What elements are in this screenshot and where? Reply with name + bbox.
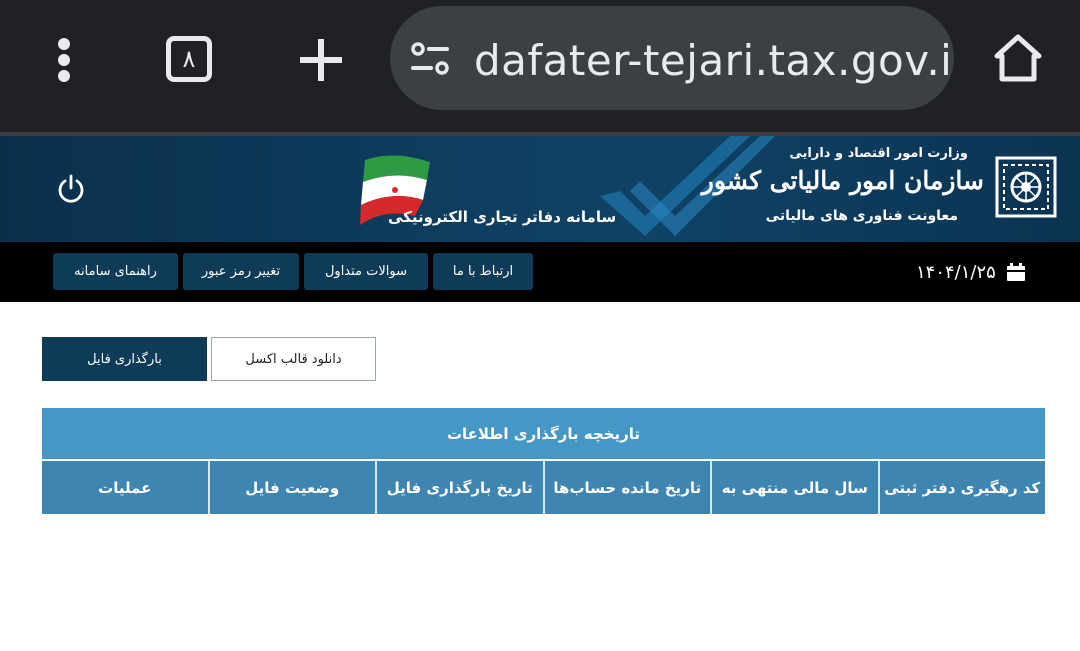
logout-power-icon[interactable] [56,174,86,204]
deputy-name: معاونت فناوری های مالیاتی [765,208,958,224]
table-header-row: کد رهگیری دفتر ثبتی سال مالی منتهی به تا… [42,459,1045,514]
org-name: سازمان امور مالیاتی کشور [701,166,984,195]
column-header-balance-date: تاریخ مانده حساب‌ها [542,461,710,514]
upload-file-button[interactable]: بارگذاری فایل [42,337,207,381]
tax-org-logo-icon [993,154,1059,220]
download-excel-template-button[interactable]: دانلود قالب اکسل [211,337,376,381]
site-banner: سامانه دفاتر تجاری الکترونیکی وزارت امور… [0,136,1080,242]
home-icon[interactable] [992,32,1044,84]
nav-bar: ارتباط با ما سوالات متداول تغییر رمز عبو… [0,242,1080,302]
table-title: تاریخچه بارگذاری اطلاعات [42,408,1045,459]
browser-toolbar: ٨ dafater-tejari.tax.gov.ir/t [0,0,1080,132]
system-name: سامانه دفاتر تجاری الکترونیکی [388,208,617,226]
column-header-fiscal-year: سال مالی منتهی به [710,461,878,514]
site-settings-icon[interactable] [410,42,450,76]
calendar-icon [1006,262,1026,282]
nav-faq[interactable]: سوالات متداول [304,253,428,290]
ministry-name: وزارت امور اقتصاد و دارایی [789,146,968,161]
column-header-tracking-code: کد رهگیری دفتر ثبتی [877,461,1045,514]
column-header-operations: عملیات [42,461,208,514]
date-text: ۱۴۰۴/۱/۲۵ [916,261,996,283]
upload-history-table: تاریخچه بارگذاری اطلاعات کد رهگیری دفتر … [42,408,1045,514]
nav-change-password[interactable]: تغییر رمز عبور [183,253,299,290]
address-bar[interactable]: dafater-tejari.tax.gov.ir/t [390,6,954,110]
current-date: ۱۴۰۴/۱/۲۵ [916,258,1026,286]
new-tab-icon[interactable] [298,37,344,83]
column-header-file-status: وضعیت فایل [207,461,375,514]
column-header-upload-date: تاریخ بارگذاری فایل [375,461,543,514]
browser-menu-icon[interactable] [54,38,74,82]
tab-switcher-button[interactable]: ٨ [166,36,212,82]
nav-contact-us[interactable]: ارتباط با ما [433,253,533,290]
nav-system-guide[interactable]: راهنمای سامانه [53,253,178,290]
url-text: dafater-tejari.tax.gov.ir/t [474,36,954,85]
